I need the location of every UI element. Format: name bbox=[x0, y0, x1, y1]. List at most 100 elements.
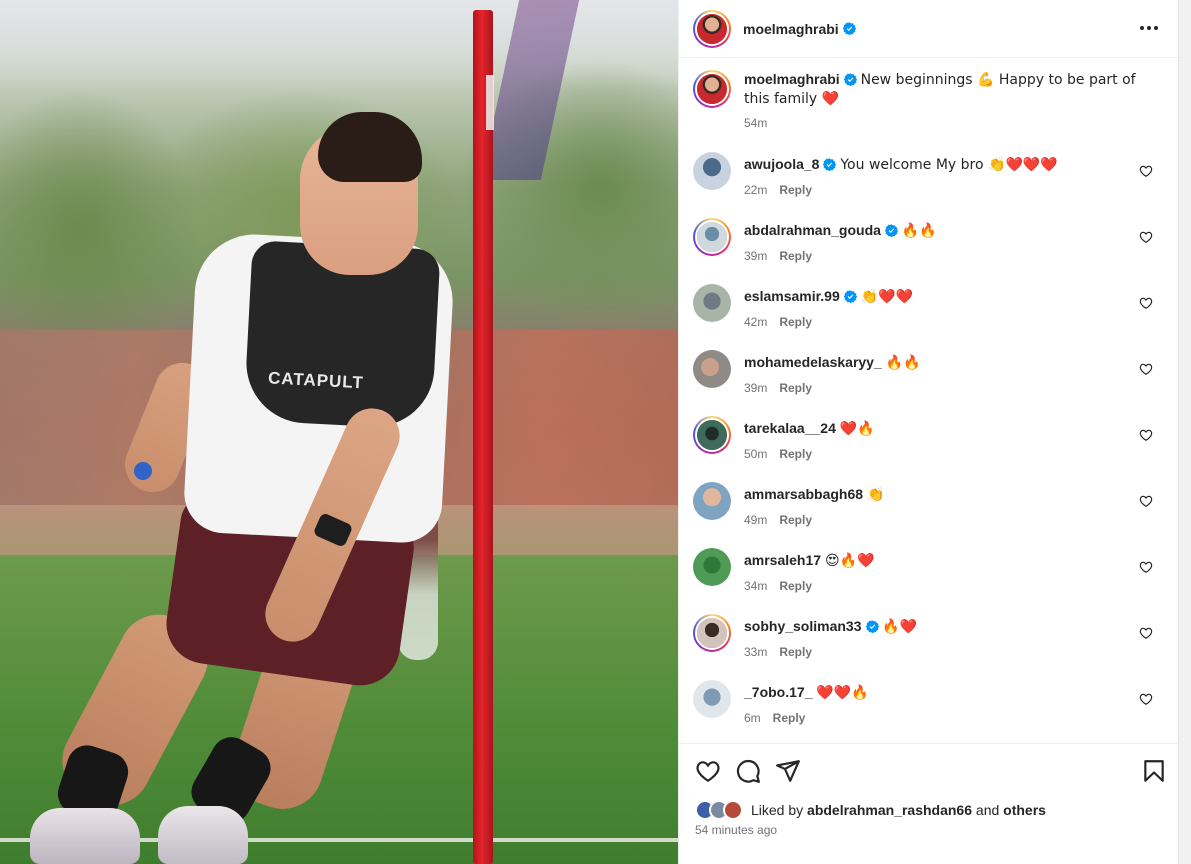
verified-badge-icon bbox=[884, 224, 898, 237]
verified-badge-icon bbox=[842, 22, 856, 35]
comment-row: _7obo.17_ ❤️❤️🔥 6m Reply bbox=[693, 680, 1165, 746]
comment-text: You welcome My bro 👏❤️❤️❤️ bbox=[840, 157, 1058, 173]
comment-row: abdalrahman_gouda 🔥🔥 39m Reply bbox=[693, 218, 1165, 284]
comment-username[interactable]: tarekalaa__24 bbox=[744, 420, 836, 436]
player-hand-object bbox=[134, 462, 152, 480]
comment-time: 33m bbox=[744, 645, 768, 659]
comment-icon[interactable] bbox=[735, 758, 761, 784]
caption-author-avatar[interactable] bbox=[693, 70, 731, 108]
photo-pole-tape bbox=[486, 75, 494, 130]
likes-joiner: and bbox=[975, 802, 1000, 818]
commenter-avatar[interactable] bbox=[693, 680, 731, 718]
likes-others[interactable]: others bbox=[1003, 802, 1046, 818]
likes-summary[interactable]: Liked by abdelrahman_rashdan66 and other… bbox=[695, 800, 1046, 820]
more-options-icon[interactable] bbox=[1137, 16, 1161, 40]
verified-badge-icon bbox=[843, 290, 857, 303]
photo-training-pole bbox=[473, 10, 493, 864]
post-image[interactable]: 17 CATAPULT bbox=[0, 0, 678, 864]
comment-like-heart-icon[interactable] bbox=[1139, 494, 1153, 508]
comment-username[interactable]: abdalrahman_gouda bbox=[744, 222, 881, 238]
comment-like-heart-icon[interactable] bbox=[1139, 692, 1153, 706]
comment-like-heart-icon[interactable] bbox=[1139, 230, 1153, 244]
reply-button[interactable]: Reply bbox=[779, 645, 812, 659]
player-hair bbox=[318, 112, 422, 182]
reply-button[interactable]: Reply bbox=[779, 315, 812, 329]
comment-text: 👏 bbox=[866, 487, 885, 503]
commenter-avatar[interactable] bbox=[693, 284, 731, 322]
comment-row: eslamsamir.99 👏❤️❤️ 42m Reply bbox=[693, 284, 1165, 350]
verified-badge-icon bbox=[843, 73, 857, 86]
comment-time: 39m bbox=[744, 249, 768, 263]
comment-username[interactable]: awujoola_8 bbox=[744, 156, 819, 172]
player-shoe-left bbox=[30, 808, 140, 864]
comment-time: 50m bbox=[744, 447, 768, 461]
liker-avatar bbox=[723, 800, 743, 820]
reply-button[interactable]: Reply bbox=[779, 579, 812, 593]
comment-row: ammarsabbagh68 👏 49m Reply bbox=[693, 482, 1165, 548]
verified-badge-icon bbox=[865, 620, 879, 633]
comment-row: sobhy_soliman33 🔥❤️ 33m Reply bbox=[693, 614, 1165, 680]
reply-button[interactable]: Reply bbox=[773, 711, 806, 725]
bookmark-icon[interactable] bbox=[1141, 758, 1167, 784]
post-caption: moelmaghrabi New beginnings 💪 Happy to b… bbox=[693, 70, 1163, 132]
comment-text: ❤️❤️🔥 bbox=[816, 685, 869, 701]
comment-like-heart-icon[interactable] bbox=[1139, 428, 1153, 442]
share-icon[interactable] bbox=[775, 758, 801, 784]
comment-username[interactable]: mohamedelaskaryy_ bbox=[744, 354, 882, 370]
comment-text: 👏❤️❤️ bbox=[860, 289, 913, 305]
comment-row: amrsaleh17 😍🔥❤️ 34m Reply bbox=[693, 548, 1165, 614]
reply-button[interactable]: Reply bbox=[779, 381, 812, 395]
comment-time: 39m bbox=[744, 381, 768, 395]
liked-by-user[interactable]: abdelrahman_rashdan66 bbox=[807, 802, 972, 818]
author-avatar[interactable] bbox=[693, 9, 731, 48]
comment-username[interactable]: _7obo.17_ bbox=[744, 684, 812, 700]
commenter-avatar[interactable] bbox=[693, 482, 731, 520]
post-header: moelmaghrabi bbox=[679, 0, 1179, 58]
commenter-avatar[interactable] bbox=[693, 218, 731, 256]
reply-button[interactable]: Reply bbox=[779, 183, 812, 197]
caption-username[interactable]: moelmaghrabi bbox=[744, 71, 840, 87]
comment-username[interactable]: ammarsabbagh68 bbox=[744, 486, 863, 502]
liker-avatars bbox=[695, 800, 743, 820]
reply-button[interactable]: Reply bbox=[779, 249, 812, 263]
commenter-avatar[interactable] bbox=[693, 548, 731, 586]
comment-like-heart-icon[interactable] bbox=[1139, 164, 1153, 178]
commenter-avatar[interactable] bbox=[693, 416, 731, 454]
post-actions: Liked by abdelrahman_rashdan66 and other… bbox=[679, 743, 1179, 864]
comment-text: 🔥🔥 bbox=[885, 355, 921, 371]
comment-row: mohamedelaskaryy_ 🔥🔥 39m Reply bbox=[693, 350, 1165, 416]
comment-text: 😍🔥❤️ bbox=[824, 553, 875, 569]
window-scroll-edge bbox=[1178, 0, 1191, 864]
comment-username[interactable]: amrsaleh17 bbox=[744, 552, 821, 568]
post-details-panel: moelmaghrabi moelmaghrabi New beginnings… bbox=[678, 0, 1179, 864]
comment-text: 🔥🔥 bbox=[901, 223, 937, 239]
commenter-avatar[interactable] bbox=[693, 614, 731, 652]
player-shoe-right bbox=[158, 806, 248, 864]
comment-text: ❤️🔥 bbox=[839, 421, 875, 437]
comment-like-heart-icon[interactable] bbox=[1139, 296, 1153, 310]
comment-time: 6m bbox=[744, 711, 761, 725]
verified-badge-icon bbox=[823, 158, 837, 171]
reply-button[interactable]: Reply bbox=[779, 513, 812, 527]
post-time-ago: 54 minutes ago bbox=[695, 823, 778, 837]
comments-list: awujoola_8 You welcome My bro 👏❤️❤️❤️ 22… bbox=[693, 152, 1165, 746]
comment-like-heart-icon[interactable] bbox=[1139, 626, 1153, 640]
author-username[interactable]: moelmaghrabi bbox=[743, 21, 839, 37]
comment-username[interactable]: eslamsamir.99 bbox=[744, 288, 840, 304]
comment-time: 42m bbox=[744, 315, 768, 329]
reply-button[interactable]: Reply bbox=[779, 447, 812, 461]
comment-like-heart-icon[interactable] bbox=[1139, 362, 1153, 376]
photo-player: 17 CATAPULT bbox=[0, 0, 678, 864]
comment-time: 34m bbox=[744, 579, 768, 593]
comment-username[interactable]: sobhy_soliman33 bbox=[744, 618, 862, 634]
comment-row: tarekalaa__24 ❤️🔥 50m Reply bbox=[693, 416, 1165, 482]
comment-like-heart-icon[interactable] bbox=[1139, 560, 1153, 574]
commenter-avatar[interactable] bbox=[693, 152, 731, 190]
comment-time: 22m bbox=[744, 183, 768, 197]
heart-icon[interactable] bbox=[695, 758, 721, 784]
caption-time: 54m bbox=[744, 116, 768, 130]
likes-prefix: Liked by bbox=[751, 802, 804, 818]
comment-text: 🔥❤️ bbox=[882, 619, 918, 635]
commenter-avatar[interactable] bbox=[693, 350, 731, 388]
comment-row: awujoola_8 You welcome My bro 👏❤️❤️❤️ 22… bbox=[693, 152, 1165, 218]
